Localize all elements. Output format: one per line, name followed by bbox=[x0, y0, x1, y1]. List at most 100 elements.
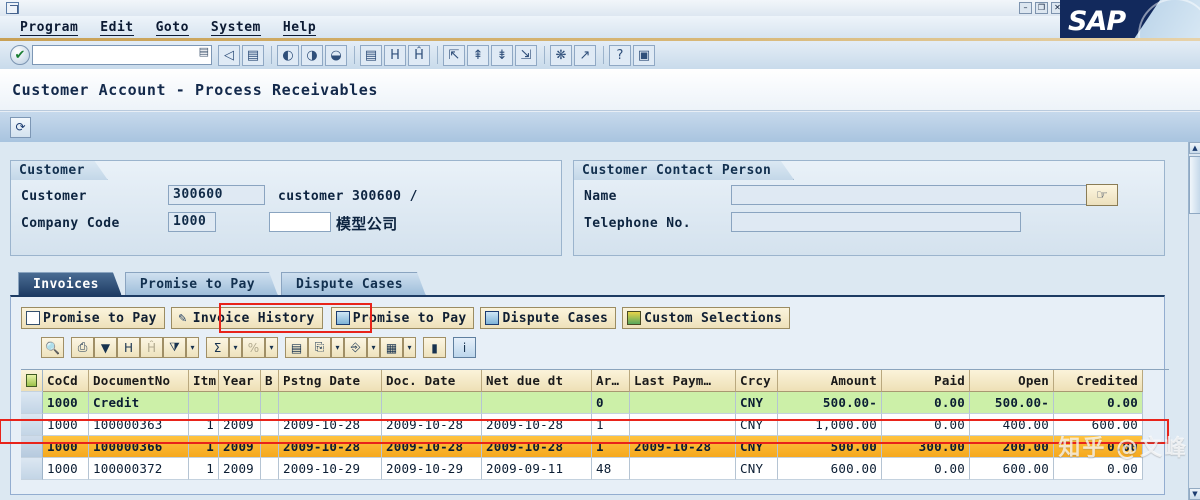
cell-paid[interactable]: 0.00 bbox=[882, 458, 970, 480]
company-name-input[interactable] bbox=[269, 212, 331, 232]
graphic-icon[interactable]: ▮ bbox=[423, 337, 446, 358]
promise-to-pay-button[interactable]: Promise to Pay bbox=[21, 307, 165, 329]
grid-header-b[interactable]: B bbox=[261, 370, 279, 392]
cell-crcy[interactable]: CNY bbox=[736, 458, 778, 480]
cell-b[interactable] bbox=[261, 414, 279, 436]
first-page-icon[interactable]: ⇱ bbox=[443, 44, 465, 66]
cell-year[interactable]: 2009 bbox=[219, 436, 261, 458]
refresh-icon[interactable]: ⟳ bbox=[10, 116, 31, 138]
cell-docno[interactable]: Credit bbox=[89, 392, 189, 414]
contact-telephone-input[interactable] bbox=[731, 212, 1021, 232]
cell-amount[interactable]: 600.00 bbox=[778, 458, 882, 480]
row-select-cell[interactable] bbox=[21, 458, 43, 480]
cell-itm[interactable]: 1 bbox=[189, 436, 219, 458]
mail-menu-icon[interactable]: ▾ bbox=[367, 337, 380, 358]
row-select-cell[interactable] bbox=[21, 392, 43, 414]
cell-year[interactable]: 2009 bbox=[219, 414, 261, 436]
sort-ascending-icon[interactable]: ▼ bbox=[94, 337, 117, 358]
mail-icon[interactable]: ⎆ bbox=[344, 337, 367, 358]
layout-icon[interactable]: ▦ bbox=[380, 337, 403, 358]
cell-b[interactable] bbox=[261, 392, 279, 414]
save-icon[interactable]: ▤ bbox=[242, 44, 264, 66]
cell-open[interactable]: 600.00 bbox=[970, 458, 1054, 480]
export-icon[interactable]: ⎘ bbox=[308, 337, 331, 358]
help-icon[interactable]: ? bbox=[609, 44, 631, 66]
contact-name-input[interactable] bbox=[731, 185, 1106, 205]
scrollbar-thumb[interactable] bbox=[1189, 156, 1200, 214]
filter-icon[interactable]: ⧩ bbox=[163, 337, 186, 358]
cell-netdue[interactable]: 2009-09-11 bbox=[482, 458, 592, 480]
select-all-column-header[interactable] bbox=[21, 370, 43, 392]
print-preview-icon[interactable]: ▤ bbox=[285, 337, 308, 358]
grid-header-lastpaym[interactable]: Last Paym… bbox=[630, 370, 736, 392]
grid-header-docdate[interactable]: Doc. Date bbox=[382, 370, 482, 392]
find-icon[interactable]: H bbox=[384, 44, 406, 66]
grid-header-crcy[interactable]: Crcy bbox=[736, 370, 778, 392]
cell-open[interactable]: 200.00 bbox=[970, 436, 1054, 458]
cell-paid[interactable]: 0.00 bbox=[882, 414, 970, 436]
menu-item-program[interactable]: Program bbox=[20, 19, 79, 36]
cell-paid[interactable]: 0.00 bbox=[882, 392, 970, 414]
print-icon[interactable]: ⎙ bbox=[71, 337, 94, 358]
cell-pstng[interactable]: 2009-10-28 bbox=[279, 436, 382, 458]
cell-year[interactable]: 2009 bbox=[219, 458, 261, 480]
table-row[interactable]: 1000 100000366 1 2009 2009-10-28 2009-10-28 20… bbox=[21, 436, 1169, 458]
new-session-icon[interactable]: ❋ bbox=[550, 44, 572, 66]
cancel-icon[interactable]: ◒ bbox=[325, 44, 347, 66]
cell-lastpaym[interactable] bbox=[630, 414, 736, 436]
menu-item-goto[interactable]: Goto bbox=[155, 19, 189, 36]
tab-dispute-cases[interactable]: Dispute Cases bbox=[281, 272, 426, 296]
cell-ar[interactable]: 0 bbox=[592, 392, 630, 414]
cell-crcy[interactable]: CNY bbox=[736, 392, 778, 414]
cell-pstng[interactable]: 2009-10-29 bbox=[279, 458, 382, 480]
cell-ar[interactable]: 1 bbox=[592, 436, 630, 458]
cell-amount[interactable]: 500.00 bbox=[778, 436, 882, 458]
grid-header-amount[interactable]: Amount bbox=[778, 370, 882, 392]
print-icon[interactable]: ▤ bbox=[360, 44, 382, 66]
grid-header-open[interactable]: Open bbox=[970, 370, 1054, 392]
tab-invoices[interactable]: Invoices bbox=[18, 272, 122, 296]
cell-docno[interactable]: 100000363 bbox=[89, 414, 189, 436]
command-field[interactable] bbox=[32, 45, 212, 65]
cell-b[interactable] bbox=[261, 458, 279, 480]
invoice-history-button[interactable]: ✎ Invoice History bbox=[170, 307, 323, 329]
subtotal-menu-icon[interactable]: ▾ bbox=[265, 337, 278, 358]
cell-lastpaym[interactable] bbox=[630, 392, 736, 414]
grid-header-docno[interactable]: DocumentNo bbox=[89, 370, 189, 392]
cell-lastpaym[interactable]: 2009-10-28 bbox=[630, 436, 736, 458]
cell-credited[interactable]: 0.00 bbox=[1054, 392, 1143, 414]
window-system-icon[interactable] bbox=[6, 2, 19, 14]
contact-search-icon[interactable]: ☞ bbox=[1086, 184, 1118, 206]
cell-ar[interactable]: 48 bbox=[592, 458, 630, 480]
previous-page-icon[interactable]: ⇞ bbox=[467, 44, 489, 66]
export-menu-icon[interactable]: ▾ bbox=[331, 337, 344, 358]
cell-netdue[interactable] bbox=[482, 392, 592, 414]
enter-icon[interactable]: ✔ bbox=[10, 45, 30, 65]
cell-credited[interactable]: 600.00 bbox=[1054, 414, 1143, 436]
grid-header-itm[interactable]: Itm bbox=[189, 370, 219, 392]
cell-crcy[interactable]: CNY bbox=[736, 436, 778, 458]
menu-item-edit[interactable]: Edit bbox=[100, 19, 134, 36]
menu-item-system[interactable]: System bbox=[210, 19, 261, 36]
cell-docno[interactable]: 100000366 bbox=[89, 436, 189, 458]
dispute-cases-button[interactable]: Dispute Cases bbox=[480, 307, 617, 329]
cell-credited[interactable]: 0.00 bbox=[1054, 436, 1143, 458]
cell-amount[interactable]: 500.00- bbox=[778, 392, 882, 414]
cell-cocd[interactable]: 1000 bbox=[43, 436, 89, 458]
cell-netdue[interactable]: 2009-10-28 bbox=[482, 414, 592, 436]
cell-itm[interactable]: 1 bbox=[189, 458, 219, 480]
find-icon[interactable]: H bbox=[117, 337, 140, 358]
cell-b[interactable] bbox=[261, 436, 279, 458]
company-code-input[interactable]: 1000 bbox=[168, 212, 216, 232]
cell-docdate[interactable]: 2009-10-28 bbox=[382, 414, 482, 436]
grid-header-ar[interactable]: Ar… bbox=[592, 370, 630, 392]
cell-docdate[interactable]: 2009-10-29 bbox=[382, 458, 482, 480]
up-icon[interactable]: ◑ bbox=[301, 44, 323, 66]
table-row[interactable]: 1000 100000363 1 2009 2009-10-28 2009-10-28 20… bbox=[21, 414, 1169, 436]
cell-lastpaym[interactable] bbox=[630, 458, 736, 480]
vertical-scrollbar[interactable]: ▲ ▼ bbox=[1188, 142, 1200, 500]
exit-icon[interactable]: ◐ bbox=[277, 44, 299, 66]
custom-selections-button[interactable]: Custom Selections bbox=[622, 307, 791, 329]
cell-year[interactable] bbox=[219, 392, 261, 414]
shortcut-icon[interactable]: ↗ bbox=[574, 44, 596, 66]
